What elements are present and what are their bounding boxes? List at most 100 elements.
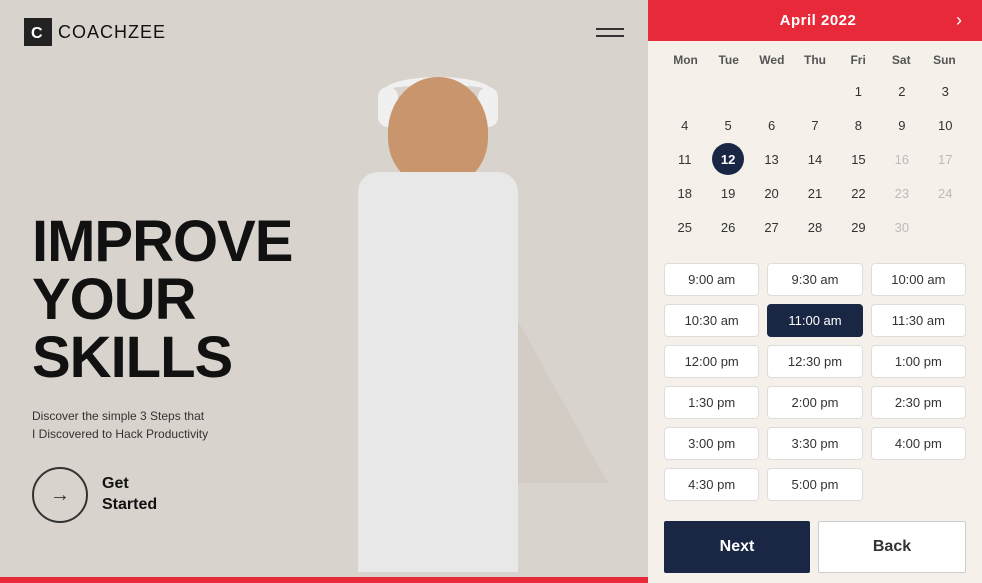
headline-line-1: IMPROVE xyxy=(32,213,293,271)
day-15[interactable]: 15 xyxy=(842,143,874,175)
day-empty-2 xyxy=(712,75,744,107)
slot-1230pm[interactable]: 12:30 pm xyxy=(767,345,862,378)
get-started-button[interactable]: → Get Started xyxy=(32,467,293,523)
day-3[interactable]: 3 xyxy=(929,75,961,107)
day-21[interactable]: 21 xyxy=(799,177,831,209)
slot-1200pm[interactable]: 12:00 pm xyxy=(664,345,759,378)
headline-line-2: YOUR xyxy=(32,271,293,329)
circle-arrow-button[interactable]: → xyxy=(32,467,88,523)
day-12-today[interactable]: 12 xyxy=(712,143,744,175)
slot-500pm[interactable]: 5:00 pm xyxy=(767,468,862,501)
day-7[interactable]: 7 xyxy=(799,109,831,141)
slot-330pm[interactable]: 3:30 pm xyxy=(767,427,862,460)
person-head xyxy=(388,77,488,187)
day-empty-3 xyxy=(756,75,788,107)
hero-image xyxy=(248,57,628,577)
day-30[interactable]: 30 xyxy=(886,211,918,243)
subtitle: Discover the simple 3 Steps that I Disco… xyxy=(32,407,293,443)
calendar-month: April 2022 xyxy=(780,12,857,29)
left-panel: C COACHZEE IMPROVE YOUR SKILLS Discover … xyxy=(0,0,648,583)
svg-text:C: C xyxy=(31,25,43,42)
main-content: IMPROVE YOUR SKILLS Discover the simple … xyxy=(32,213,293,523)
weekday-sat: Sat xyxy=(880,49,923,71)
slot-1000am[interactable]: 10:00 am xyxy=(871,263,966,296)
calendar-weekdays: Mon Tue Wed Thu Fri Sat Sun xyxy=(664,49,966,71)
back-button[interactable]: Back xyxy=(818,521,966,573)
logo-icon: C xyxy=(24,18,52,46)
time-slots-grid: 9:00 am 9:30 am 10:00 am 10:30 am 11:00 … xyxy=(664,263,966,501)
calendar-header: April 2022 › xyxy=(648,0,982,41)
day-9[interactable]: 9 xyxy=(886,109,918,141)
slot-1030am[interactable]: 10:30 am xyxy=(664,304,759,337)
day-8[interactable]: 8 xyxy=(842,109,874,141)
day-11[interactable]: 11 xyxy=(669,143,701,175)
calendar-grid: Mon Tue Wed Thu Fri Sat Sun 1 2 3 4 5 6 … xyxy=(648,41,982,251)
slot-300pm[interactable]: 3:00 pm xyxy=(664,427,759,460)
slot-100pm[interactable]: 1:00 pm xyxy=(871,345,966,378)
day-17[interactable]: 17 xyxy=(929,143,961,175)
day-empty-last xyxy=(929,211,961,243)
slot-930am[interactable]: 9:30 am xyxy=(767,263,862,296)
day-27[interactable]: 27 xyxy=(756,211,788,243)
person-body xyxy=(358,172,518,572)
day-20[interactable]: 20 xyxy=(756,177,788,209)
day-4[interactable]: 4 xyxy=(669,109,701,141)
day-14[interactable]: 14 xyxy=(799,143,831,175)
slot-230pm[interactable]: 2:30 pm xyxy=(871,386,966,419)
right-panel: April 2022 › Mon Tue Wed Thu Fri Sat Sun… xyxy=(648,0,982,583)
get-started-label: Get Started xyxy=(102,474,157,516)
day-empty-1 xyxy=(669,75,701,107)
day-1[interactable]: 1 xyxy=(842,75,874,107)
hamburger-menu[interactable] xyxy=(596,28,624,37)
day-22[interactable]: 22 xyxy=(842,177,874,209)
slot-400pm[interactable]: 4:00 pm xyxy=(871,427,966,460)
red-bottom-bar xyxy=(0,577,648,583)
weekday-thu: Thu xyxy=(793,49,836,71)
calendar-days: 1 2 3 4 5 6 7 8 9 10 11 12 13 14 15 16 1… xyxy=(664,75,966,243)
hamburger-line-2 xyxy=(596,35,624,37)
next-button[interactable]: Next xyxy=(664,521,810,573)
slot-130pm[interactable]: 1:30 pm xyxy=(664,386,759,419)
header: C COACHZEE xyxy=(0,0,648,64)
weekday-fri: Fri xyxy=(837,49,880,71)
arrow-icon: → xyxy=(50,484,70,507)
subtitle-line-2: I Discovered to Hack Productivity xyxy=(32,425,293,443)
subtitle-line-1: Discover the simple 3 Steps that xyxy=(32,407,293,425)
day-16[interactable]: 16 xyxy=(886,143,918,175)
day-6[interactable]: 6 xyxy=(756,109,788,141)
weekday-sun: Sun xyxy=(923,49,966,71)
time-slots-container: 9:00 am 9:30 am 10:00 am 10:30 am 11:00 … xyxy=(648,251,982,513)
slot-430pm[interactable]: 4:30 pm xyxy=(664,468,759,501)
cta-line-2: Started xyxy=(102,495,157,516)
day-2[interactable]: 2 xyxy=(886,75,918,107)
headline-line-3: SKILLS xyxy=(32,329,293,387)
day-19[interactable]: 19 xyxy=(712,177,744,209)
day-10[interactable]: 10 xyxy=(929,109,961,141)
logo-text: COACHZEE xyxy=(58,22,166,43)
day-18[interactable]: 18 xyxy=(669,177,701,209)
logo: C COACHZEE xyxy=(24,18,166,46)
hamburger-line-1 xyxy=(596,28,624,30)
weekday-tue: Tue xyxy=(707,49,750,71)
slot-200pm[interactable]: 2:00 pm xyxy=(767,386,862,419)
day-24[interactable]: 24 xyxy=(929,177,961,209)
slot-1130am[interactable]: 11:30 am xyxy=(871,304,966,337)
slot-1100am[interactable]: 11:00 am xyxy=(767,304,862,337)
day-25[interactable]: 25 xyxy=(669,211,701,243)
cta-line-1: Get xyxy=(102,474,157,495)
headline: IMPROVE YOUR SKILLS xyxy=(32,213,293,387)
day-26[interactable]: 26 xyxy=(712,211,744,243)
footer-buttons: Next Back xyxy=(648,513,982,583)
weekday-mon: Mon xyxy=(664,49,707,71)
day-13[interactable]: 13 xyxy=(756,143,788,175)
day-28[interactable]: 28 xyxy=(799,211,831,243)
calendar-next-button[interactable]: › xyxy=(952,10,966,31)
logo-name-zee: ZEE xyxy=(128,22,166,42)
logo-name-coach: COACH xyxy=(58,22,128,42)
weekday-wed: Wed xyxy=(750,49,793,71)
day-29[interactable]: 29 xyxy=(842,211,874,243)
slot-900am[interactable]: 9:00 am xyxy=(664,263,759,296)
day-5[interactable]: 5 xyxy=(712,109,744,141)
day-empty-4 xyxy=(799,75,831,107)
day-23[interactable]: 23 xyxy=(886,177,918,209)
